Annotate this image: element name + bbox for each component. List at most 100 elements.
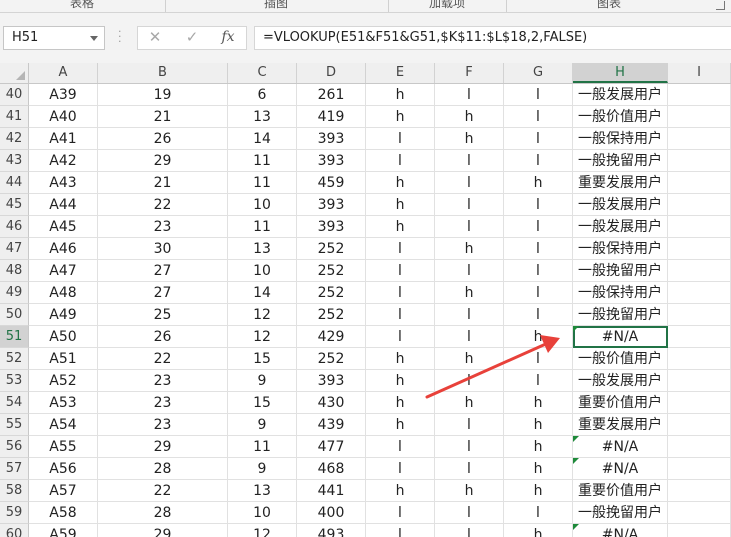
cell-b57[interactable]: 28: [98, 458, 228, 480]
cell-a55[interactable]: A54: [29, 414, 98, 436]
cell-g58[interactable]: h: [504, 480, 573, 502]
row-header[interactable]: 55: [0, 414, 29, 436]
row-header[interactable]: 57: [0, 458, 29, 480]
cell-b45[interactable]: 22: [98, 194, 228, 216]
cell-a59[interactable]: A58: [29, 502, 98, 524]
row-header[interactable]: 60: [0, 524, 29, 537]
cell-i57[interactable]: [668, 458, 731, 480]
cell-e41[interactable]: h: [366, 106, 435, 128]
cell-d43[interactable]: 393: [297, 150, 366, 172]
cell-d49[interactable]: 252: [297, 282, 366, 304]
cell-h40[interactable]: 一般发展用户: [573, 84, 668, 106]
cell-f50[interactable]: l: [435, 304, 504, 326]
cell-e42[interactable]: l: [366, 128, 435, 150]
cell-c45[interactable]: 10: [228, 194, 297, 216]
cell-e48[interactable]: l: [366, 260, 435, 282]
cell-g44[interactable]: h: [504, 172, 573, 194]
cell-h57[interactable]: #N/A: [573, 458, 668, 480]
cell-i40[interactable]: [668, 84, 731, 106]
row-header[interactable]: 49: [0, 282, 29, 304]
cell-c42[interactable]: 14: [228, 128, 297, 150]
cell-b59[interactable]: 28: [98, 502, 228, 524]
fx-icon[interactable]: fx: [217, 29, 239, 45]
cell-d51[interactable]: 429: [297, 326, 366, 348]
cell-d57[interactable]: 468: [297, 458, 366, 480]
cell-h54[interactable]: 重要价值用户: [573, 392, 668, 414]
cell-g55[interactable]: h: [504, 414, 573, 436]
cell-f45[interactable]: l: [435, 194, 504, 216]
cell-g50[interactable]: l: [504, 304, 573, 326]
cell-d50[interactable]: 252: [297, 304, 366, 326]
cell-i41[interactable]: [668, 106, 731, 128]
cell-f46[interactable]: l: [435, 216, 504, 238]
cell-i60[interactable]: [668, 524, 731, 537]
cell-c40[interactable]: 6: [228, 84, 297, 106]
cell-d40[interactable]: 261: [297, 84, 366, 106]
cell-g56[interactable]: h: [504, 436, 573, 458]
cell-e53[interactable]: h: [366, 370, 435, 392]
cell-e40[interactable]: h: [366, 84, 435, 106]
cell-g53[interactable]: l: [504, 370, 573, 392]
column-header-h[interactable]: H: [573, 63, 668, 83]
cell-h52[interactable]: 一般价值用户: [573, 348, 668, 370]
cell-a49[interactable]: A48: [29, 282, 98, 304]
cell-c44[interactable]: 11: [228, 172, 297, 194]
cell-c43[interactable]: 11: [228, 150, 297, 172]
cell-b60[interactable]: 29: [98, 524, 228, 537]
cell-f57[interactable]: l: [435, 458, 504, 480]
row-header[interactable]: 48: [0, 260, 29, 282]
cell-e49[interactable]: l: [366, 282, 435, 304]
cell-a40[interactable]: A39: [29, 84, 98, 106]
name-box[interactable]: H51: [3, 26, 105, 50]
cell-g46[interactable]: l: [504, 216, 573, 238]
cell-b43[interactable]: 29: [98, 150, 228, 172]
cell-h48[interactable]: 一般挽留用户: [573, 260, 668, 282]
cell-c55[interactable]: 9: [228, 414, 297, 436]
row-header[interactable]: 40: [0, 84, 29, 106]
cell-b51[interactable]: 26: [98, 326, 228, 348]
cell-f58[interactable]: h: [435, 480, 504, 502]
cell-a52[interactable]: A51: [29, 348, 98, 370]
cell-f51[interactable]: l: [435, 326, 504, 348]
cell-c41[interactable]: 13: [228, 106, 297, 128]
cell-i47[interactable]: [668, 238, 731, 260]
cell-h49[interactable]: 一般保持用户: [573, 282, 668, 304]
cell-d52[interactable]: 252: [297, 348, 366, 370]
cell-g51[interactable]: h: [504, 326, 573, 348]
cell-e51[interactable]: l: [366, 326, 435, 348]
column-header-f[interactable]: F: [435, 63, 504, 83]
cell-b49[interactable]: 27: [98, 282, 228, 304]
cell-e47[interactable]: l: [366, 238, 435, 260]
cell-i46[interactable]: [668, 216, 731, 238]
cell-b40[interactable]: 19: [98, 84, 228, 106]
cell-g54[interactable]: h: [504, 392, 573, 414]
cell-a44[interactable]: A43: [29, 172, 98, 194]
cell-g60[interactable]: h: [504, 524, 573, 537]
cell-c53[interactable]: 9: [228, 370, 297, 392]
cell-h59[interactable]: 一般挽留用户: [573, 502, 668, 524]
row-header[interactable]: 42: [0, 128, 29, 150]
cell-b41[interactable]: 21: [98, 106, 228, 128]
cell-i51[interactable]: [668, 326, 731, 348]
cell-a47[interactable]: A46: [29, 238, 98, 260]
cell-f44[interactable]: l: [435, 172, 504, 194]
cell-g59[interactable]: l: [504, 502, 573, 524]
cell-i56[interactable]: [668, 436, 731, 458]
cell-f49[interactable]: h: [435, 282, 504, 304]
cell-i55[interactable]: [668, 414, 731, 436]
cell-c49[interactable]: 14: [228, 282, 297, 304]
cell-d42[interactable]: 393: [297, 128, 366, 150]
close-icon[interactable]: ✕: [144, 28, 166, 46]
column-header-g[interactable]: G: [504, 63, 573, 83]
cell-c46[interactable]: 11: [228, 216, 297, 238]
cell-a45[interactable]: A44: [29, 194, 98, 216]
row-header[interactable]: 58: [0, 480, 29, 502]
cell-a60[interactable]: A59: [29, 524, 98, 537]
cell-a53[interactable]: A52: [29, 370, 98, 392]
cell-h50[interactable]: 一般挽留用户: [573, 304, 668, 326]
cell-h41[interactable]: 一般价值用户: [573, 106, 668, 128]
row-header[interactable]: 46: [0, 216, 29, 238]
cell-a54[interactable]: A53: [29, 392, 98, 414]
cell-h55[interactable]: 重要发展用户: [573, 414, 668, 436]
cell-i44[interactable]: [668, 172, 731, 194]
